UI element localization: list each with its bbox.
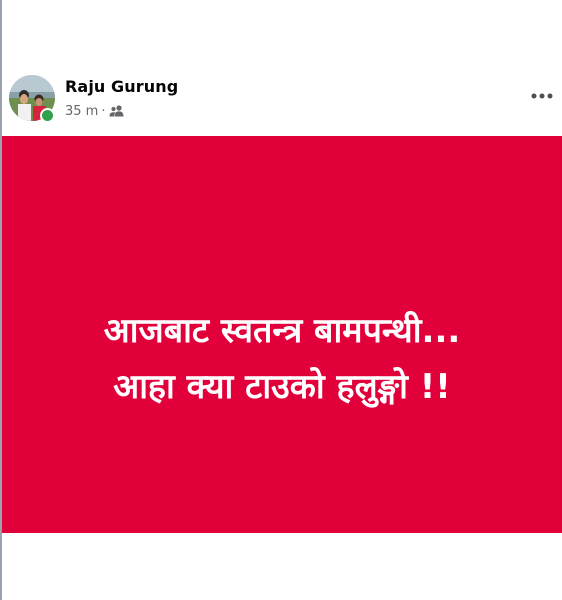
author-name[interactable]: Raju Gurung bbox=[65, 77, 178, 96]
friends-icon[interactable] bbox=[109, 105, 125, 117]
post-meta: 35 m · bbox=[65, 102, 125, 120]
post-header: Raju Gurung 35 m · bbox=[0, 0, 562, 136]
post-footer-area bbox=[2, 533, 562, 600]
more-options-button[interactable] bbox=[526, 84, 558, 108]
post-timestamp[interactable]: 35 m bbox=[65, 104, 98, 119]
more-options-icon bbox=[531, 93, 553, 99]
post-image[interactable]: आजबाट स्वतन्त्र बामपन्थी... आहा क्या टाउ… bbox=[2, 136, 562, 533]
meta-separator: · bbox=[101, 103, 106, 119]
post-image-line-2: आहा क्या टाउको हलुङ्गो !! bbox=[113, 367, 451, 407]
post-image-line-1: आजबाट स्वतन्त्र बामपन्थी... bbox=[103, 311, 461, 351]
online-status-dot bbox=[40, 108, 55, 123]
post-image-text: आजबाट स्वतन्त्र बामपन्थी... आहा क्या टाउ… bbox=[2, 303, 562, 415]
